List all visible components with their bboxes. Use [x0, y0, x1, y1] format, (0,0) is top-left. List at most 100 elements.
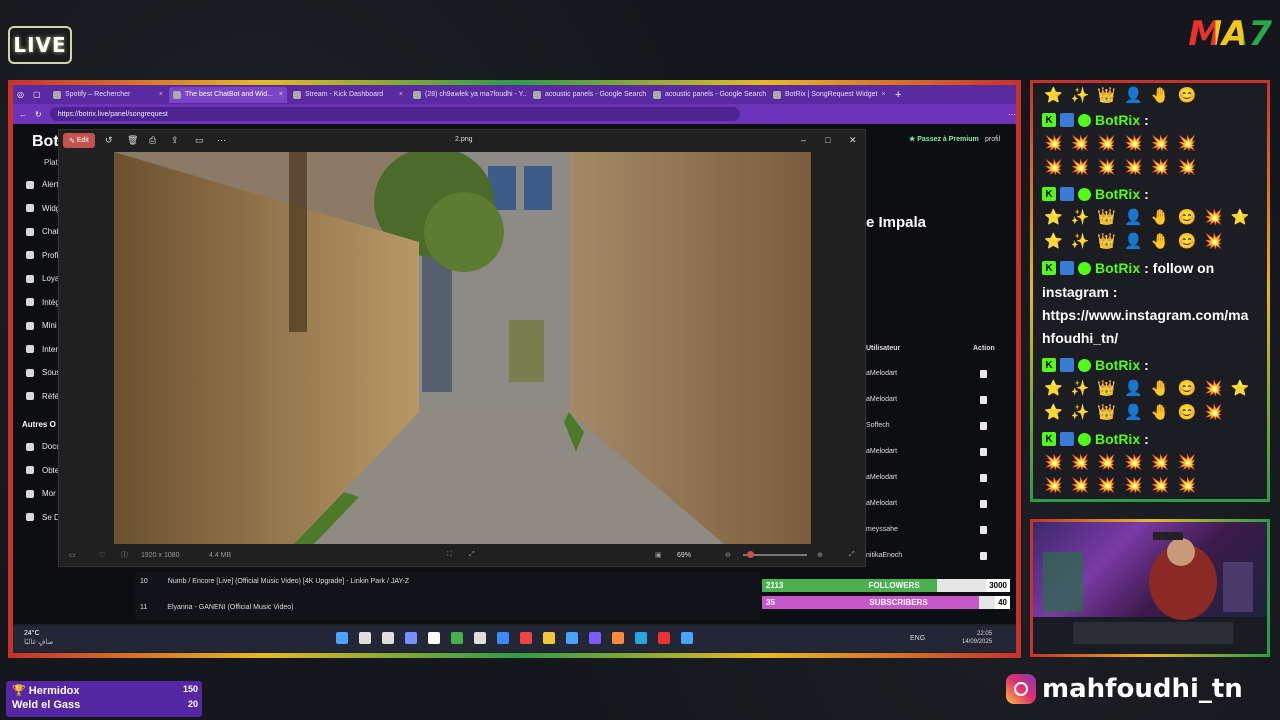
chat-username[interactable]: BotRix [1095, 112, 1140, 128]
browser-tab[interactable]: Stream - Kick Dashboard × [289, 87, 407, 103]
browser-tab[interactable]: (28) ch9awlek ya ma7foudhi - Y...× [409, 87, 527, 103]
minimize-icon[interactable]: – [801, 135, 806, 145]
sidebar-item[interactable]: Loya [26, 274, 59, 283]
crop-icon[interactable]: ⛶ [447, 551, 452, 559]
close-tab-icon[interactable]: × [279, 91, 283, 98]
sidebar-item[interactable]: Docu [26, 442, 61, 451]
chat-username[interactable]: BotRix [1095, 260, 1140, 276]
delete-icon[interactable] [980, 500, 987, 508]
task-view-icon[interactable] [382, 632, 394, 644]
premium-link[interactable]: ★ Passez à Premium [909, 135, 979, 143]
more-icon[interactable]: ⋯ [217, 135, 226, 146]
slideshow-icon[interactable]: ▭ [195, 135, 204, 146]
sidebar-item[interactable]: Sous [26, 368, 60, 377]
sidebar-item[interactable]: Mor [26, 489, 56, 498]
tab-actions-icon[interactable]: ▢ [33, 90, 47, 99]
edge-icon[interactable] [635, 632, 647, 644]
bot-badge-icon [1060, 358, 1074, 372]
app-brand[interactable]: Bot [32, 133, 59, 151]
app-icon[interactable] [474, 632, 486, 644]
browser-tab[interactable]: acoustic panels - Google Search× [649, 87, 767, 103]
app-icon[interactable] [681, 632, 693, 644]
filmstrip-icon[interactable]: ▭ [69, 551, 76, 559]
playlist-row[interactable]: 10 Numb / Encore [Live] (Official Music V… [140, 578, 409, 585]
close-tab-icon[interactable]: × [881, 91, 885, 98]
browser-tab[interactable]: The best ChatBot and Wid... × [169, 86, 287, 103]
sidebar-item[interactable]: Intég [26, 298, 60, 307]
search-icon[interactable] [359, 632, 371, 644]
zoom-slider-thumb[interactable] [747, 551, 754, 558]
delete-icon[interactable] [980, 396, 987, 404]
browser-tab[interactable]: Spotify – Rechercher × [49, 87, 167, 103]
sidebar-item[interactable]: Réfé [26, 392, 59, 401]
app-icon[interactable] [497, 632, 509, 644]
fullscreen-icon[interactable]: ⤢ [849, 551, 855, 559]
sidebar-item[interactable]: Se D [26, 513, 60, 522]
browser-tab[interactable]: BotRix | SongRequest Widget × [769, 87, 887, 103]
weather-widget[interactable]: 24°C صافٍ غالبًا [24, 629, 53, 647]
chat-username[interactable]: BotRix [1095, 186, 1140, 202]
browser-tab[interactable]: acoustic panels - Google Search× [529, 87, 647, 103]
sidebar-item[interactable]: Inter [26, 345, 58, 354]
delete-icon[interactable] [980, 526, 987, 534]
verified-badge-icon [1078, 358, 1091, 372]
sidebar-item[interactable]: Chat [26, 227, 59, 236]
app-icon[interactable] [612, 632, 624, 644]
refresh-icon[interactable]: ↻ [35, 110, 42, 119]
delete-icon[interactable] [980, 422, 987, 430]
emote-icon: ✨ [1070, 404, 1090, 421]
sidebar-item[interactable]: Widg [26, 204, 60, 213]
zoom-out-icon[interactable]: ⊖ [725, 551, 731, 559]
share-icon[interactable]: ⇪ [171, 135, 179, 146]
playlist-row[interactable]: 11 Elyanna - GANENI (Official Music Video… [140, 604, 293, 611]
file-explorer-icon[interactable] [543, 632, 555, 644]
close-tab-icon[interactable]: × [399, 91, 403, 98]
discord-icon[interactable] [589, 632, 601, 644]
sidebar-item[interactable]: Obte [26, 466, 59, 475]
rotate-icon[interactable]: ↺ [105, 135, 113, 146]
sidebar-item[interactable]: Profi [26, 251, 58, 260]
delete-icon[interactable] [980, 552, 987, 560]
clock[interactable]: 22:05 14/09/2025 [962, 630, 992, 646]
sidebar-item[interactable]: Mini [26, 321, 57, 330]
favorite-icon[interactable]: ♡ [99, 551, 105, 559]
print-icon[interactable]: ⎙ [149, 135, 156, 146]
zoom-level[interactable]: 69% [677, 552, 691, 559]
new-tab-icon[interactable]: + [895, 89, 901, 101]
spotify-icon [53, 90, 61, 99]
chrome-icon[interactable] [658, 632, 670, 644]
language-indicator[interactable]: ENG [910, 635, 925, 642]
chat-username[interactable]: BotRix [1095, 431, 1140, 447]
delete-icon[interactable] [980, 474, 987, 482]
delete-icon[interactable]: 🗑 [127, 135, 138, 146]
profile-link[interactable]: profil [985, 136, 1000, 143]
app-icon[interactable] [451, 632, 463, 644]
sidebar-item[interactable]: Alert [26, 180, 58, 189]
sidebar-item-label: Inter [42, 344, 59, 354]
app-icon[interactable] [405, 632, 417, 644]
browser-menu-icon[interactable]: ◎ [17, 90, 31, 99]
delete-icon[interactable] [980, 448, 987, 456]
edit-button[interactable]: ✎ Edit [63, 133, 95, 148]
url-input[interactable]: https://botrix.live/panel/songrequest [49, 107, 740, 121]
delete-icon[interactable] [980, 370, 987, 378]
chat-username[interactable]: BotRix [1095, 357, 1140, 373]
subscribers-label: SUBSCRIBERS [869, 598, 928, 607]
maximize-icon[interactable]: □ [825, 135, 830, 145]
info-icon[interactable]: ⓘ [121, 550, 128, 560]
app-icon[interactable] [566, 632, 578, 644]
fit-icon[interactable]: ⤢ [469, 551, 475, 559]
close-icon[interactable]: ✕ [849, 135, 857, 146]
fit-window-icon[interactable]: ▣ [655, 551, 662, 559]
extensions-icon[interactable]: ⋯ [1008, 110, 1016, 119]
emote-icon: 👤 [1124, 233, 1143, 250]
emote-icon: ⭐ [1044, 87, 1063, 104]
chat-message-text: hfoudhi_tn/ [1042, 330, 1119, 346]
back-icon[interactable]: ← [19, 110, 27, 119]
zoom-in-icon[interactable]: ⊕ [817, 551, 823, 559]
close-tab-icon[interactable]: × [159, 91, 163, 98]
app-icon[interactable] [520, 632, 532, 644]
emote-icon: 💥 [1097, 454, 1117, 471]
start-icon[interactable] [336, 632, 348, 644]
app-icon[interactable] [428, 632, 440, 644]
